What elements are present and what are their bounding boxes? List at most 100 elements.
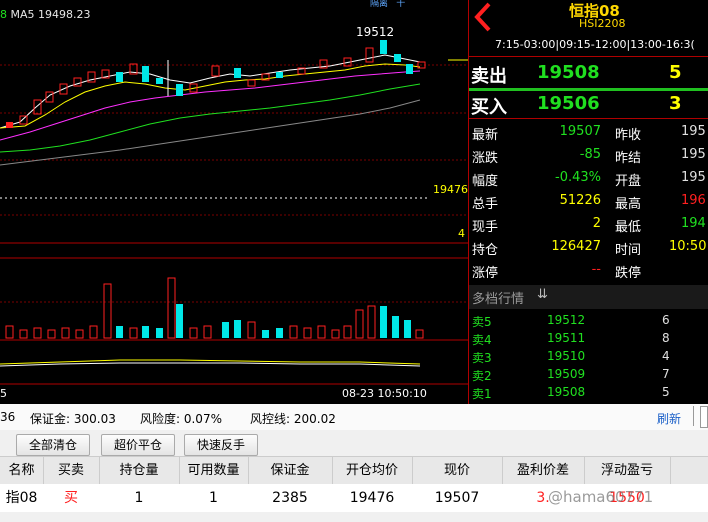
column-header[interactable]: 可用数量	[179, 457, 249, 485]
divider	[469, 118, 708, 119]
over-price-close-button[interactable]: 超价平仓	[101, 434, 175, 456]
account-prefix-value: 36	[0, 410, 16, 424]
column-header[interactable]: 开仓均价	[332, 457, 413, 485]
stat-label: 幅度	[472, 174, 499, 189]
volume-bar	[103, 283, 112, 339]
high-price-label: 19512	[356, 25, 395, 39]
stat-value: --	[591, 262, 601, 277]
candle	[6, 122, 13, 128]
risk-line-label: 风控线: 200.02	[250, 412, 336, 426]
column-header[interactable]: 浮动盈亏	[584, 457, 671, 485]
volume-bar	[203, 325, 212, 339]
indicator-line	[0, 362, 421, 367]
scroll-handle[interactable]	[700, 406, 708, 428]
kline-svg	[0, 40, 468, 385]
stat-value: 2	[592, 216, 601, 231]
volume-bar	[380, 306, 387, 338]
stat-value: 195	[681, 170, 706, 185]
ma60-line	[0, 99, 421, 166]
stat-value: 126427	[551, 239, 601, 254]
column-header[interactable]: 现价	[412, 457, 503, 485]
buy-price[interactable]: 19506	[537, 93, 600, 114]
account-area: 36 保证金: 300.03 风险度: 0.07% 风控线: 200.02 刷新…	[0, 404, 708, 522]
divider	[469, 56, 708, 57]
close-all-button[interactable]: 全部清仓	[16, 434, 90, 456]
volume-bar	[392, 316, 399, 338]
volume-bar	[303, 327, 312, 339]
volume-bars	[5, 277, 424, 339]
ma5-prefix: 8	[0, 8, 7, 21]
stat-label: 最新	[472, 128, 499, 143]
column-header[interactable]: 名称	[0, 457, 44, 485]
stat-value: 195	[681, 147, 706, 162]
volume-bar	[5, 325, 14, 339]
depth-price[interactable]: 19510	[547, 349, 585, 363]
candle	[406, 64, 413, 74]
cell-name: 指08	[5, 490, 38, 506]
table-row[interactable]: 指08 买 1 1 2385 19476 19507 3. 1550 @hama…	[0, 484, 708, 512]
top-overlay-text: 隔离ㅤ十	[370, 0, 406, 9]
x-axis-left-tick: 5	[0, 387, 7, 400]
volume-bar	[367, 305, 376, 339]
back-button[interactable]	[471, 0, 497, 34]
right-axis-tick: 4	[458, 227, 465, 240]
volume-bar	[222, 322, 229, 338]
depth-qty: 6	[662, 313, 670, 327]
volume-bar	[75, 329, 84, 339]
volume-bar	[331, 329, 340, 339]
depth-header[interactable]: 多档行情 ⇊	[469, 285, 708, 309]
stat-label: 昨结	[615, 151, 642, 166]
volume-bar	[47, 329, 56, 339]
sell-label: 卖出	[471, 66, 507, 87]
kline-chart[interactable]: 8 MA5 19498.23 隔离ㅤ十 19512 19476 4 5 08-2…	[0, 0, 468, 404]
column-header[interactable]: 买卖	[43, 457, 100, 485]
sell-price[interactable]: 19508	[537, 62, 600, 83]
volume-bar	[129, 327, 138, 339]
candle	[19, 115, 28, 125]
sell-quantity: 5	[669, 62, 682, 83]
volume-bar	[262, 330, 269, 338]
depth-price[interactable]: 19508	[547, 385, 585, 399]
depth-label: 卖3	[472, 351, 492, 365]
ma5-legend: 8 MA5 19498.23	[0, 8, 91, 21]
divider	[693, 406, 694, 426]
volume-bar	[289, 325, 298, 339]
quick-reverse-button[interactable]: 快速反手	[184, 434, 258, 456]
stat-value: -0.43%	[555, 170, 601, 185]
depth-price[interactable]: 19512	[547, 313, 585, 327]
cell-margin: 2385	[272, 490, 308, 506]
positions-table-header: 名称 买卖 持仓量 可用数量 保证金 开仓均价 现价 盈利价差 浮动盈亏	[0, 456, 708, 486]
stat-label: 最高	[615, 197, 642, 212]
volume-bar	[142, 326, 149, 338]
stat-label: 昨收	[615, 128, 642, 143]
reference-price-label: 19476	[433, 183, 468, 196]
stat-value: 10:50	[669, 239, 707, 254]
candle	[176, 84, 183, 96]
stat-value: 196	[681, 193, 706, 208]
column-header[interactable]: 盈利价差	[502, 457, 585, 485]
ma5-value: MA5 19498.23	[10, 8, 91, 21]
candle	[276, 72, 283, 78]
volume-bar	[156, 328, 163, 338]
candle	[116, 72, 123, 82]
candle	[156, 78, 163, 84]
depth-label: 卖1	[472, 387, 492, 401]
watermark: @hama60771	[548, 488, 654, 506]
volume-bar	[189, 327, 198, 339]
stat-value: 51226	[559, 193, 601, 208]
column-header[interactable]: 保证金	[248, 457, 333, 485]
volume-bar	[176, 304, 183, 338]
volume-bar	[355, 309, 364, 339]
refresh-link[interactable]: 刷新	[657, 410, 681, 427]
stat-label: 持仓	[472, 243, 499, 258]
buy-quantity: 3	[669, 93, 682, 114]
candle	[211, 65, 220, 77]
contract-code: HSI2208	[579, 17, 626, 30]
depth-label: 卖4	[472, 333, 492, 347]
volume-bar	[19, 329, 28, 339]
depth-price[interactable]: 19509	[547, 367, 585, 381]
candle	[394, 54, 401, 62]
column-header[interactable]: 持仓量	[99, 457, 180, 485]
spread-bar	[469, 88, 708, 91]
depth-price[interactable]: 19511	[547, 331, 585, 345]
